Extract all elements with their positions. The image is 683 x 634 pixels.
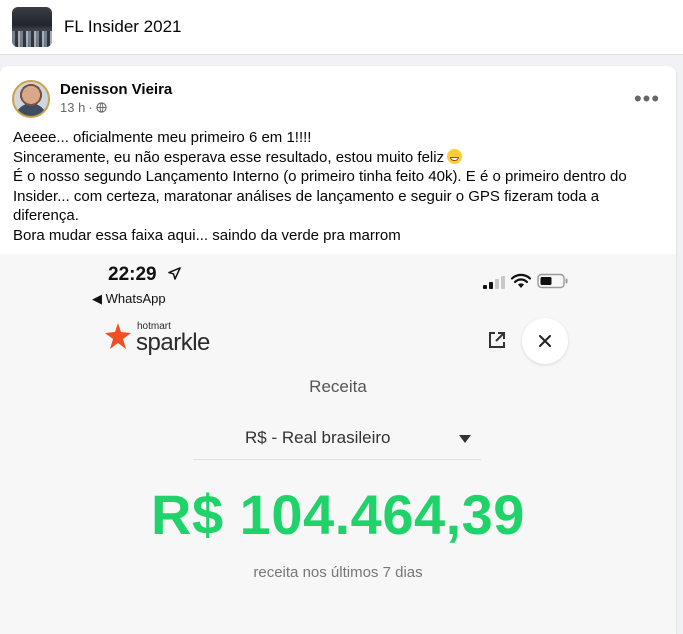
close-icon <box>539 335 551 347</box>
author-name[interactable]: Denisson Vieira <box>60 81 172 98</box>
post-card: Denisson Vieira 13 h · ••• Aeeee... ofic… <box>0 66 676 634</box>
battery-icon <box>537 273 568 289</box>
author-avatar[interactable] <box>12 80 50 118</box>
post-image-screenshot[interactable]: 22:29 ◀ WhatsApp hotmart sparkle Receita… <box>0 254 676 634</box>
revenue-caption: receita nos últimos 7 dias <box>253 564 423 581</box>
more-options-icon: ••• <box>633 86 661 111</box>
post-line-1: Aeeee... oficialmente meu primeiro 6 em … <box>13 129 312 146</box>
grinning-face-emoji-icon <box>447 148 463 164</box>
hotmart-flame-icon <box>105 323 131 349</box>
post-text: Aeeee... oficialmente meu primeiro 6 em … <box>13 128 663 246</box>
status-time: 22:29 <box>108 264 157 285</box>
group-title[interactable]: FL Insider 2021 <box>64 17 182 37</box>
post-timestamp[interactable]: 13 h <box>60 100 85 115</box>
logo-brand-big: sparkle <box>136 329 210 356</box>
back-to-whatsapp[interactable]: ◀ WhatsApp <box>92 291 166 307</box>
location-arrow-icon <box>168 267 181 280</box>
post-line-4: Bora mudar essa faixa aqui... saindo da … <box>13 226 401 244</box>
globe-icon[interactable] <box>96 102 107 113</box>
close-button[interactable] <box>522 318 568 364</box>
revenue-amount: R$ 104.464,39 <box>151 483 525 546</box>
group-header: FL Insider 2021 <box>0 0 683 55</box>
wifi-icon <box>511 273 531 288</box>
receita-label: Receita <box>309 377 367 396</box>
post-line-2-text: Sinceramente, eu não esperava esse resul… <box>13 148 445 166</box>
currency-value: R$ - Real brasileiro <box>245 428 391 447</box>
post-meta: 13 h · <box>60 100 107 115</box>
more-options-button[interactable]: ••• <box>632 84 662 114</box>
group-cover-thumbnail[interactable] <box>12 7 52 47</box>
caret-down-icon <box>459 435 471 443</box>
post-line-2: Sinceramente, eu não esperava esse resul… <box>13 148 663 168</box>
post-line-3: É o nosso segundo Lançamento Interno (o … <box>13 168 627 225</box>
meta-separator: · <box>88 100 93 115</box>
currency-select[interactable]: R$ - Real brasileiro <box>193 415 481 460</box>
cellular-signal-icon <box>483 276 505 289</box>
external-link-icon[interactable] <box>487 330 507 350</box>
